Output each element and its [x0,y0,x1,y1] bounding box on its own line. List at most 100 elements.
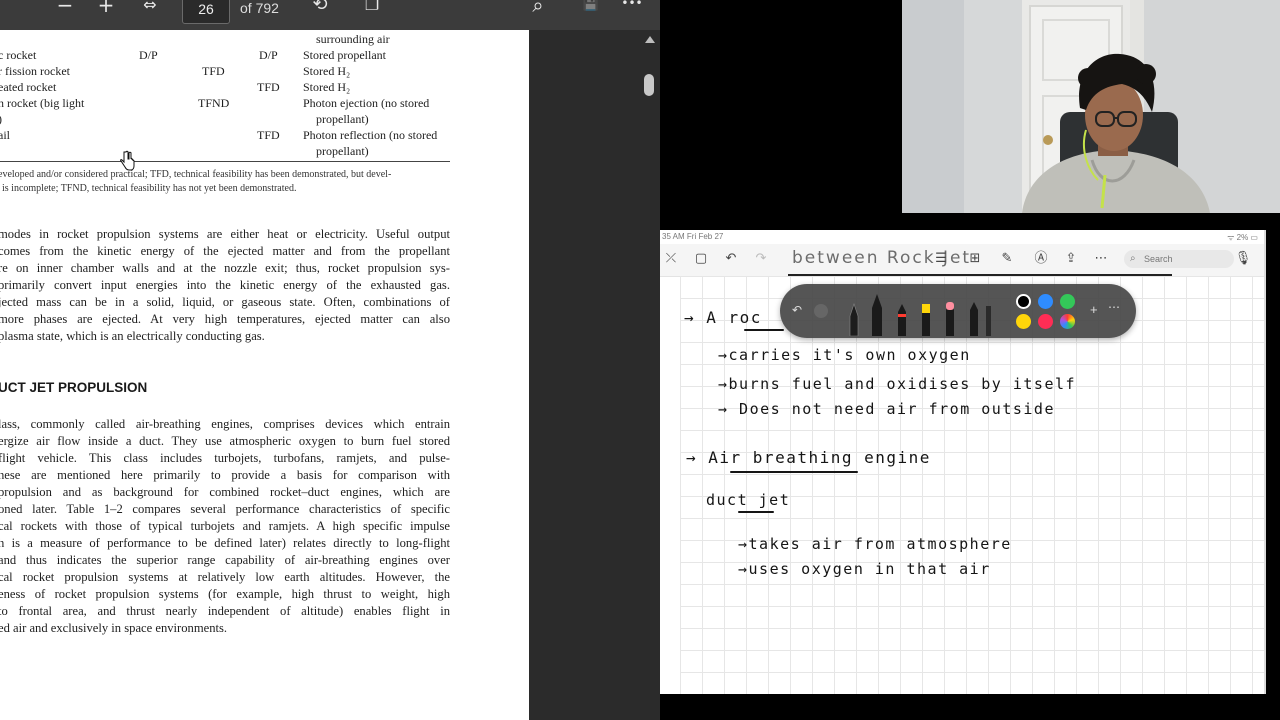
note-line: → Does not need air from outside [718,400,1055,418]
pdf-page: surrounding air c rocket D/P D/P Stored … [0,30,529,720]
fit-width-icon[interactable]: ⇔ [136,0,164,16]
paragraph-line: hese are mentioned here primarily to pro… [0,468,450,482]
paragraph-line: re on inner chamber walls and at the noz… [0,261,450,275]
table-cell: c rocket [0,48,37,62]
paragraph-line: ed air and exclusively in space environm… [0,621,228,635]
rotate-icon[interactable]: ⟲ [306,0,334,16]
page-total-label: of 792 [240,0,279,16]
page-view-icon[interactable]: ❐ [358,0,386,16]
note-underline [730,471,858,473]
color-black-swatch[interactable] [1016,294,1031,309]
paragraph-line: propulsion and as background for combine… [0,485,450,499]
pen-palette: ↶ + ⋯ [780,284,1136,338]
list-icon[interactable]: ☰ [932,250,950,268]
microphone-icon[interactable]: 🎙 [1234,250,1252,268]
table-cell: TFD [257,80,280,94]
palette-add-icon[interactable]: + [1090,302,1098,317]
table-icon[interactable]: ⊞ [966,250,984,268]
table-cell: TFND [198,96,230,110]
color-green-swatch[interactable] [1060,294,1075,309]
scroll-thumb[interactable] [644,74,654,96]
paragraph-line: cal rocket propulsion systems at relativ… [0,570,450,584]
zoom-in-button[interactable]: + [92,0,120,16]
table-cell: Stored H₂ [303,80,351,94]
attachment-icon[interactable]: ✎ [998,250,1016,268]
ipad-status-bar: 35 AM Fri Feb 27 ᯤ 2% ▭ [660,230,1264,244]
table-rule [0,161,450,162]
paragraph-line: to frontal area, and thrust nearly indep… [0,604,450,618]
notes-toolbar: ⤫ ▢ ↶ ↷ between Rock Jet ☰ ⊞ ✎ Ⓐ ⇪ ⋯ ⌕ S… [660,244,1264,277]
ipad-notes-app: 35 AM Fri Feb 27 ᯤ 2% ▭ ⤫ ▢ ↶ ↷ between … [660,230,1266,694]
note-line: →carries it's own oxygen [718,346,971,364]
pen-tools-icon[interactable] [842,290,992,336]
pen-tool-icon[interactable]: Ⓐ [1032,250,1050,268]
paragraph-line: comes from the kinetic energy of the eje… [0,244,450,258]
table-cell: eated rocket [0,80,57,94]
table-cell: propellant) [316,144,369,158]
search-placeholder: Search [1144,254,1173,264]
share-icon[interactable]: ⇪ [1062,250,1080,268]
table-cell: Stored propellant [303,48,386,62]
paragraph-line: modes in rocket propulsion systems are e… [0,227,450,241]
paragraph-line: h is a measure of performance to be defi… [0,536,450,550]
webcam-person-image [902,0,1280,213]
table-cell: TFD [257,128,280,142]
table-cell: surrounding air [316,32,390,46]
search-icon: ⌕ [1130,253,1136,264]
table-cell: Stored H₂ [303,64,351,78]
more-icon[interactable]: ⋯ [1092,250,1110,268]
page-number-input[interactable]: 26 [182,0,230,24]
more-options-icon[interactable]: ••• [618,0,646,14]
hand-cursor-icon [120,150,135,171]
table-cell: r fission rocket [0,64,70,78]
paragraph-line: eness of rocket propulsion systems (for … [0,587,450,601]
palette-redo-icon[interactable] [814,304,828,318]
paragraph-line: cal rockets with those of typical turboj… [0,519,450,533]
color-picker-icon[interactable] [1060,314,1075,329]
pdf-scrollbar[interactable] [640,30,660,720]
paragraph-line: primarily convert input energies into th… [0,278,450,292]
note-line: →uses oxygen in that air [738,560,991,578]
table-cell: ail [0,128,10,142]
palette-more-icon[interactable]: ⋯ [1108,300,1120,314]
redo-icon[interactable]: ↷ [752,250,770,268]
palette-undo-icon[interactable]: ↶ [792,303,802,317]
note-underline [744,329,784,331]
table-footnote: is incomplete; TFND, technical feasibili… [2,183,297,194]
pdf-toolbar: − + ⇔ 26 of 792 ⟲ ❐ ⌕ 💾 ••• [0,0,660,30]
table-cell: D/P [139,48,158,62]
pdf-viewer: − + ⇔ 26 of 792 ⟲ ❐ ⌕ 💾 ••• surrounding … [0,0,660,720]
note-canvas[interactable] [680,276,1264,694]
close-icon[interactable]: ⤫ [662,250,680,268]
color-red-swatch[interactable] [1038,314,1053,329]
paragraph-line: plasma state, which is an electrically c… [0,329,265,343]
search-icon[interactable]: ⌕ [524,0,552,16]
note-line: → A roc [684,308,762,327]
table-cell: D/P [259,48,278,62]
save-icon[interactable]: 💾 [577,0,605,16]
color-blue-swatch[interactable] [1038,294,1053,309]
paragraph-line: more phases are ejected. At very high te… [0,312,450,326]
notes-search-input[interactable]: ⌕ Search [1124,250,1234,268]
table-cell: TFD [202,64,225,78]
paragraph-line: ergize air flow inside a duct. They use … [0,434,450,448]
note-line: → Air breathing engine [686,448,931,467]
scroll-up-icon[interactable] [645,36,655,43]
paragraph-line: oned later. Table 1–2 compares several p… [0,502,450,516]
note-line: →burns fuel and oxidises by itself [718,375,1077,393]
pages-icon[interactable]: ▢ [692,250,710,268]
undo-icon[interactable]: ↶ [722,250,740,268]
note-line: →takes air from atmosphere [738,535,1012,553]
webcam-feed [902,0,1280,213]
table-footnote: eveloped and/or considered practical; TF… [0,169,392,180]
paragraph-line: flight vehicle. This class includes turb… [0,451,450,465]
table-cell: Photon reflection (no stored [303,128,438,142]
color-yellow-swatch[interactable] [1016,314,1031,329]
paragraph-line: jected mass can be in a solid, liquid, o… [0,295,450,309]
zoom-out-button[interactable]: − [51,0,79,16]
paragraph-line: and thus indicates the superior range ca… [0,553,450,567]
paragraph-line: lass, commonly called air-breathing engi… [0,417,450,431]
table-cell: ) [0,111,2,127]
table-cell: Photon ejection (no stored [303,96,430,110]
status-time: 35 AM Fri Feb 27 [662,232,724,241]
